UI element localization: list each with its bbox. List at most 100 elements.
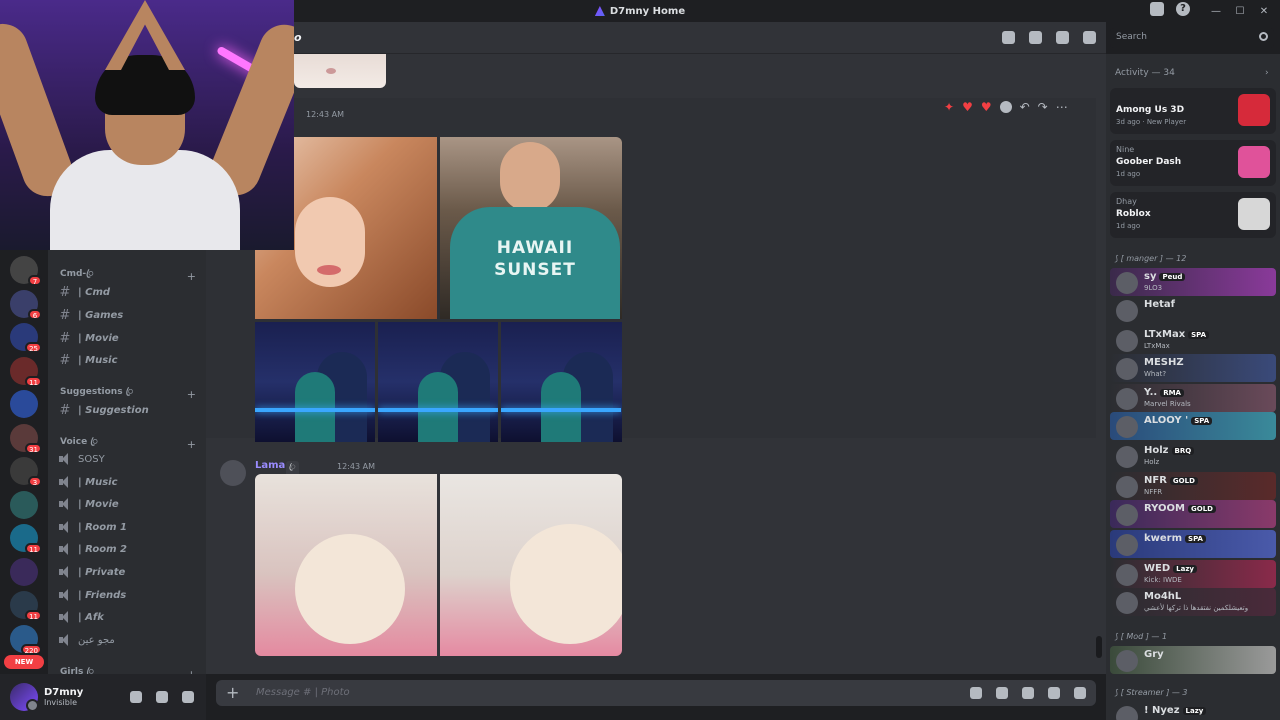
server-icon[interactable]: 11 [10,591,42,621]
server-badge: 11 [25,543,42,554]
member-item[interactable]: LTxMax SPA LTxMax [1110,326,1276,354]
avatar[interactable] [220,460,246,486]
member-item[interactable]: WED Lazy Kick: IWDE [1110,560,1276,588]
member-item[interactable]: kwerm SPA [1110,530,1276,558]
add-attachment-icon[interactable]: + [226,683,239,702]
member-tag: Lazy [1182,707,1207,715]
help-icon[interactable]: ? [1176,2,1190,16]
new-badge[interactable]: NEW [4,655,44,669]
pin-icon[interactable] [1056,31,1069,44]
voice-channel[interactable]: | Music [58,472,198,492]
member-item[interactable]: ! Nyez Lazy [1110,702,1276,720]
member-item[interactable]: RYOOM GOLD [1110,500,1276,528]
minimize-icon[interactable]: — [1204,6,1228,17]
apps-icon[interactable] [1074,687,1086,699]
voice-channel[interactable]: مجو عين [58,630,198,650]
activity-card[interactable]: Nine Goober Dash 1d ago [1110,140,1276,186]
voice-channel[interactable]: | Afk [58,607,198,627]
server-icon[interactable]: 6 [10,289,42,320]
member-item[interactable]: Gry [1110,646,1276,674]
channel-category[interactable]: Girls ꦿ + [60,665,196,674]
server-icon[interactable]: 3 [10,457,42,487]
reaction-sparkle-icon[interactable]: ✦ [944,100,954,114]
reply-icon[interactable]: ↶ [1020,100,1030,114]
photo-attachment[interactable] [294,54,386,88]
maximize-icon[interactable]: ☐ [1228,6,1252,17]
member-item[interactable]: sy Peud 9LO3 [1110,268,1276,296]
server-icon[interactable]: 7 [10,256,42,286]
text-channel[interactable]: # | Cmd [58,282,198,302]
message-author[interactable]: Lama [255,460,285,471]
text-channel[interactable]: # | Games [58,305,198,325]
member-item[interactable]: Hetaf [1110,296,1276,324]
activity-title: Activity — 34 [1115,68,1175,78]
gift-icon[interactable] [970,687,982,699]
more-icon[interactable]: ⋯ [1056,100,1068,114]
voice-channel[interactable]: SOSY [58,449,198,469]
inbox-icon[interactable] [1150,2,1164,16]
server-icon[interactable]: 25 [10,323,42,353]
chat-scrollbar[interactable] [1096,636,1102,658]
voice-channel[interactable]: | Room 1 [58,517,198,537]
member-name: Y.. RMA [1144,387,1184,398]
settings-gear-icon[interactable] [182,691,194,703]
voice-channel[interactable]: | Movie [58,494,198,514]
voice-channel[interactable]: | Private [58,562,198,582]
add-reaction-icon[interactable] [999,101,1012,113]
text-channel[interactable]: # | Suggestion [58,400,198,420]
headphones-icon[interactable] [156,691,168,703]
server-icon[interactable] [10,490,38,519]
members-icon[interactable] [1083,31,1096,44]
member-item[interactable]: MESHZ What? [1110,354,1276,382]
server-badge: 11 [25,610,42,621]
gif-icon[interactable] [996,687,1008,699]
sticker-icon[interactable] [1022,687,1034,699]
text-channel[interactable]: # | Music [58,350,198,370]
avatar[interactable] [10,683,39,712]
member-tag: RMA [1160,389,1184,397]
channel-label: | Movie [78,498,119,510]
server-icon[interactable]: 11 [10,524,42,554]
member-item[interactable]: Mo4hL وتعيشلكمين نفتقدها ذا تركها لأعشي [1110,588,1276,616]
close-icon[interactable]: ✕ [1252,6,1276,17]
role-header: ⟆ [ manger ] — 12 [1115,254,1187,263]
bell-icon[interactable] [1029,31,1042,44]
server-icon[interactable]: 220 [10,624,42,655]
activity-card[interactable]: Dhay Roblox 1d ago [1110,192,1276,238]
photo-attachment[interactable] [378,322,498,442]
speaker-icon [58,634,72,646]
photo-attachment[interactable] [255,322,375,442]
avatar [1116,330,1138,352]
chevron-right-icon[interactable]: › [1265,68,1269,78]
member-item[interactable]: Holz BRQ Holz [1110,442,1276,470]
photo-attachment[interactable] [255,474,437,656]
server-icon[interactable] [10,390,38,418]
forward-icon[interactable]: ↷ [1038,100,1048,114]
photo-attachment[interactable]: HAWAII SUNSET [440,137,622,319]
add-channel-icon[interactable]: + [187,270,196,283]
photo-attachment[interactable] [501,322,622,442]
photo-attachment[interactable] [440,474,622,656]
message-input[interactable]: + Message # | Photo [216,680,1096,706]
add-channel-icon[interactable]: + [187,388,196,401]
member-name: Mo4hL [1144,591,1181,602]
member-item[interactable]: NFR GOLD NFFR [1110,472,1276,500]
microphone-icon[interactable] [130,691,142,703]
channel-label: | Cmd [78,286,111,298]
text-channel[interactable]: # | Movie [58,328,198,348]
member-item[interactable]: Y.. RMA Marvel Rivals [1110,384,1276,412]
voice-channel[interactable]: | Friends [58,585,198,605]
server-icon[interactable]: 31 [10,423,42,454]
member-item[interactable]: ALOOY ' SPA [1110,412,1276,440]
voice-channel[interactable]: | Room 2 [58,539,198,559]
search-input[interactable]: Search [1110,28,1274,48]
activity-card[interactable]: Among Us 3D 3d ago · New Player [1110,88,1276,134]
threads-icon[interactable] [1002,31,1015,44]
reaction-heart-icon[interactable]: ♥ [962,100,973,114]
server-icon[interactable] [10,557,38,586]
reaction-heart-icon[interactable]: ♥ [981,100,992,114]
channel-label: | Room 2 [78,543,127,555]
emoji-icon[interactable] [1048,687,1060,699]
server-icon[interactable]: 11 [10,356,42,387]
member-name: kwerm SPA [1144,533,1206,544]
